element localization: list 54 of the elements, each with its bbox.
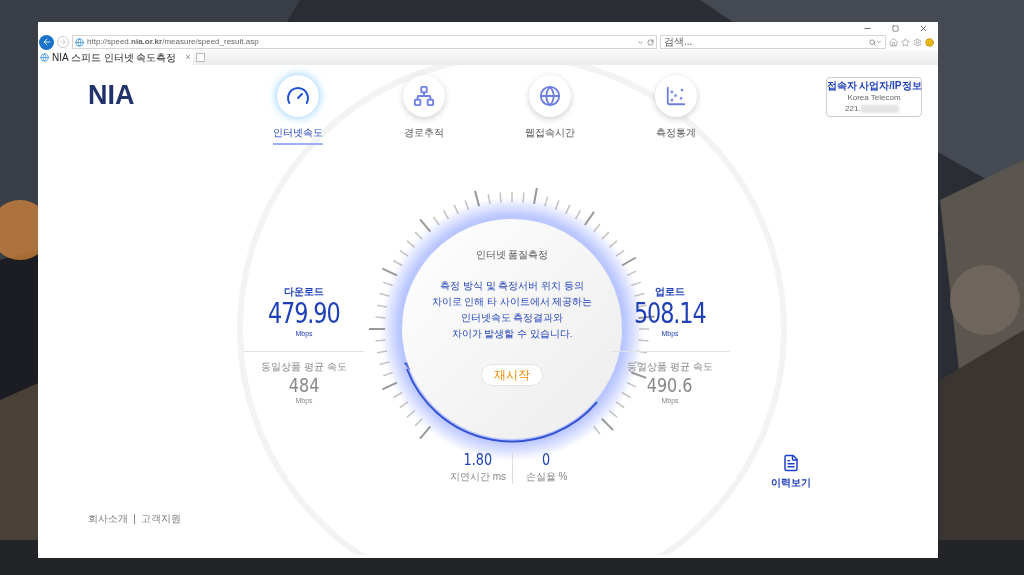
maximize-icon[interactable] (892, 24, 899, 32)
average-value: 484 (288, 374, 320, 396)
footer-link[interactable]: 고객지원 (134, 514, 181, 524)
redaction-blur (860, 104, 899, 113)
close-icon[interactable] (919, 23, 928, 33)
footer-link[interactable]: 회사소개 (88, 514, 128, 524)
nav-tab[interactable]: 경로추적 (361, 75, 487, 145)
settings-icon[interactable] (913, 37, 922, 47)
nav-tab[interactable]: 측정통계 (613, 75, 739, 145)
history-button[interactable]: 이력보기 (771, 454, 811, 490)
page-icon (40, 53, 49, 62)
notice-text: 측정 방식 및 측정서버 위치 등의 차이로 인해 타 사이트에서 제공하는 인터넷속도 측정결과와 차이가 발생할 수 있습니다. (431, 279, 593, 341)
stat-label: 업로드 (655, 285, 685, 299)
home-icon[interactable] (889, 37, 898, 47)
search-field[interactable]: 검색... (660, 35, 886, 49)
nav-tab[interactable]: 웹접속시간 (487, 75, 613, 145)
route-icon (413, 85, 435, 107)
forward-button[interactable] (57, 36, 69, 48)
tab-title: NIA 스피드 인터넷 속도측정 (52, 51, 177, 65)
new-tab-button[interactable] (195, 53, 205, 62)
document-icon (782, 454, 800, 472)
metric-value: 1.80 (463, 451, 493, 469)
dial-title: 인터넷 품질측정 (475, 248, 549, 262)
stat-label: 다운로드 (284, 285, 324, 299)
metric-value: 0 (542, 451, 551, 469)
page-icon (75, 37, 84, 47)
stat-value: 508.14 (634, 299, 706, 329)
average-label: 동일상품 평균 속도 (627, 360, 713, 374)
globe-icon (539, 85, 561, 107)
dropdown-icon[interactable] (637, 38, 644, 46)
average-label: 동일상품 평균 속도 (261, 360, 347, 374)
url-text: http://speed.nia.or.kr/measure/speed_result.asp (87, 36, 260, 48)
metric-label: 지연시간 ms (449, 470, 507, 484)
refresh-icon[interactable] (647, 38, 654, 46)
search-placeholder: 검색... (664, 36, 694, 48)
dropdown-icon[interactable] (876, 39, 882, 45)
smiley-icon[interactable] (925, 37, 934, 47)
isp-name: Korea Telecom (847, 92, 901, 103)
back-button[interactable] (39, 34, 54, 50)
forward-arrow-icon (59, 38, 67, 46)
chart-icon (665, 85, 687, 107)
nav-tab[interactable]: 인터넷속도 (235, 75, 361, 145)
browser-tab[interactable]: NIA 스피드 인터넷 속도측정 × (38, 50, 193, 65)
stat-value: 479.90 (268, 299, 340, 329)
ip-info-title: 접속자 사업자/IP정보 (826, 80, 922, 92)
tab-close-button[interactable]: × (185, 50, 191, 65)
metric-label: 손실율 % (525, 470, 568, 484)
site-logo[interactable]: NIA (38, 75, 235, 115)
address-field[interactable]: http://speed.nia.or.kr/measure/speed_result.asp (72, 35, 657, 49)
average-value: 490.6 (647, 374, 693, 396)
ip-address: 221. (845, 103, 861, 114)
star-icon[interactable] (901, 37, 910, 47)
back-arrow-icon (41, 37, 52, 47)
search-icon[interactable] (869, 38, 876, 46)
